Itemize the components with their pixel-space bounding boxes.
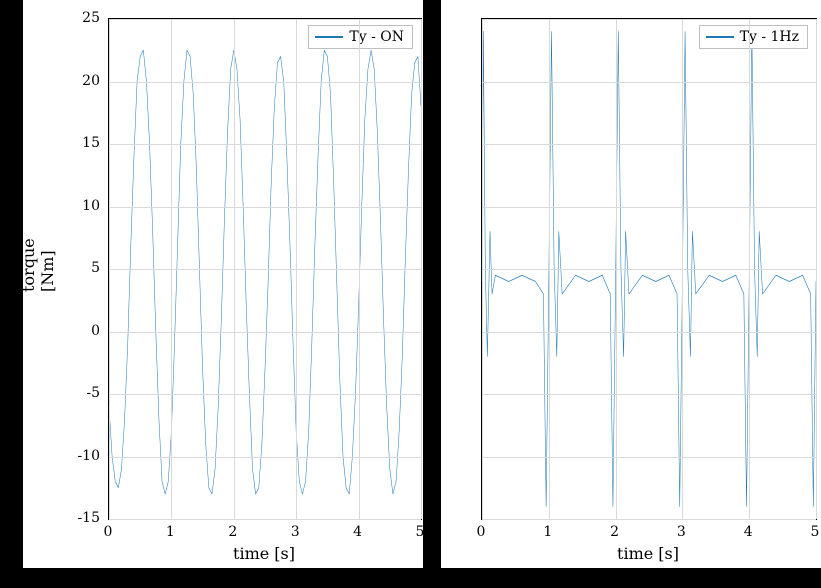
panel-left: Ty - ON torque [Nm] time [s] 012345-15-1… — [23, 0, 423, 568]
panel-right: Ty - 1Hz time [s] 0 1 2 3 4 5 — [441, 0, 821, 568]
gridline-h — [109, 19, 421, 20]
gridline-h — [482, 19, 816, 20]
gridline-h — [109, 144, 421, 145]
x-tick-label: 4 — [744, 524, 753, 540]
gridline-h — [109, 207, 421, 208]
y-tick-label: 15 — [23, 135, 100, 151]
x-tick-label: 0 — [104, 524, 113, 540]
x-tick-label: 2 — [228, 524, 237, 540]
gridline-h — [482, 519, 816, 520]
y-tick-label: -15 — [23, 510, 100, 526]
gridline-h — [482, 394, 816, 395]
legend-left: Ty - ON — [308, 25, 413, 49]
gridline-h — [482, 332, 816, 333]
x-axis-label-left: time [s] — [108, 544, 420, 563]
x-tick-label: 1 — [543, 524, 552, 540]
x-tick-label: 5 — [811, 524, 820, 540]
figure: Ty - ON torque [Nm] time [s] 012345-15-1… — [0, 0, 821, 588]
y-tick-label: 20 — [23, 73, 100, 89]
x-tick-label: 5 — [416, 524, 425, 540]
gridline-v — [816, 19, 817, 519]
y-tick-label: 25 — [23, 10, 100, 26]
x-tick-label: 2 — [610, 524, 619, 540]
y-tick-label: 0 — [23, 323, 100, 339]
y-tick-label: -5 — [23, 385, 100, 401]
x-tick-label: 4 — [353, 524, 362, 540]
x-tick-label: 1 — [166, 524, 175, 540]
gridline-h — [109, 457, 421, 458]
legend-swatch-icon — [706, 36, 734, 38]
gridline-h — [482, 207, 816, 208]
gridline-h — [109, 519, 421, 520]
y-tick-label: 10 — [23, 198, 100, 214]
legend-swatch-icon — [315, 36, 343, 38]
x-tick-label: 3 — [291, 524, 300, 540]
x-tick-label: 0 — [477, 524, 486, 540]
gridline-h — [482, 82, 816, 83]
x-tick-label: 3 — [677, 524, 686, 540]
legend-label: Ty - ON — [349, 29, 404, 45]
y-tick-label: -10 — [23, 448, 100, 464]
legend-right: Ty - 1Hz — [699, 25, 808, 49]
gridline-h — [482, 144, 816, 145]
gridline-h — [109, 394, 421, 395]
gridline-h — [109, 269, 421, 270]
gridline-v — [421, 19, 422, 519]
x-axis-label-right: time [s] — [481, 544, 815, 563]
gridline-h — [109, 82, 421, 83]
gridline-h — [482, 269, 816, 270]
plot-area-left: Ty - ON — [108, 18, 422, 520]
y-tick-label: 5 — [23, 260, 100, 276]
gridline-h — [482, 457, 816, 458]
plot-area-right: Ty - 1Hz — [481, 18, 817, 520]
gridline-h — [109, 332, 421, 333]
